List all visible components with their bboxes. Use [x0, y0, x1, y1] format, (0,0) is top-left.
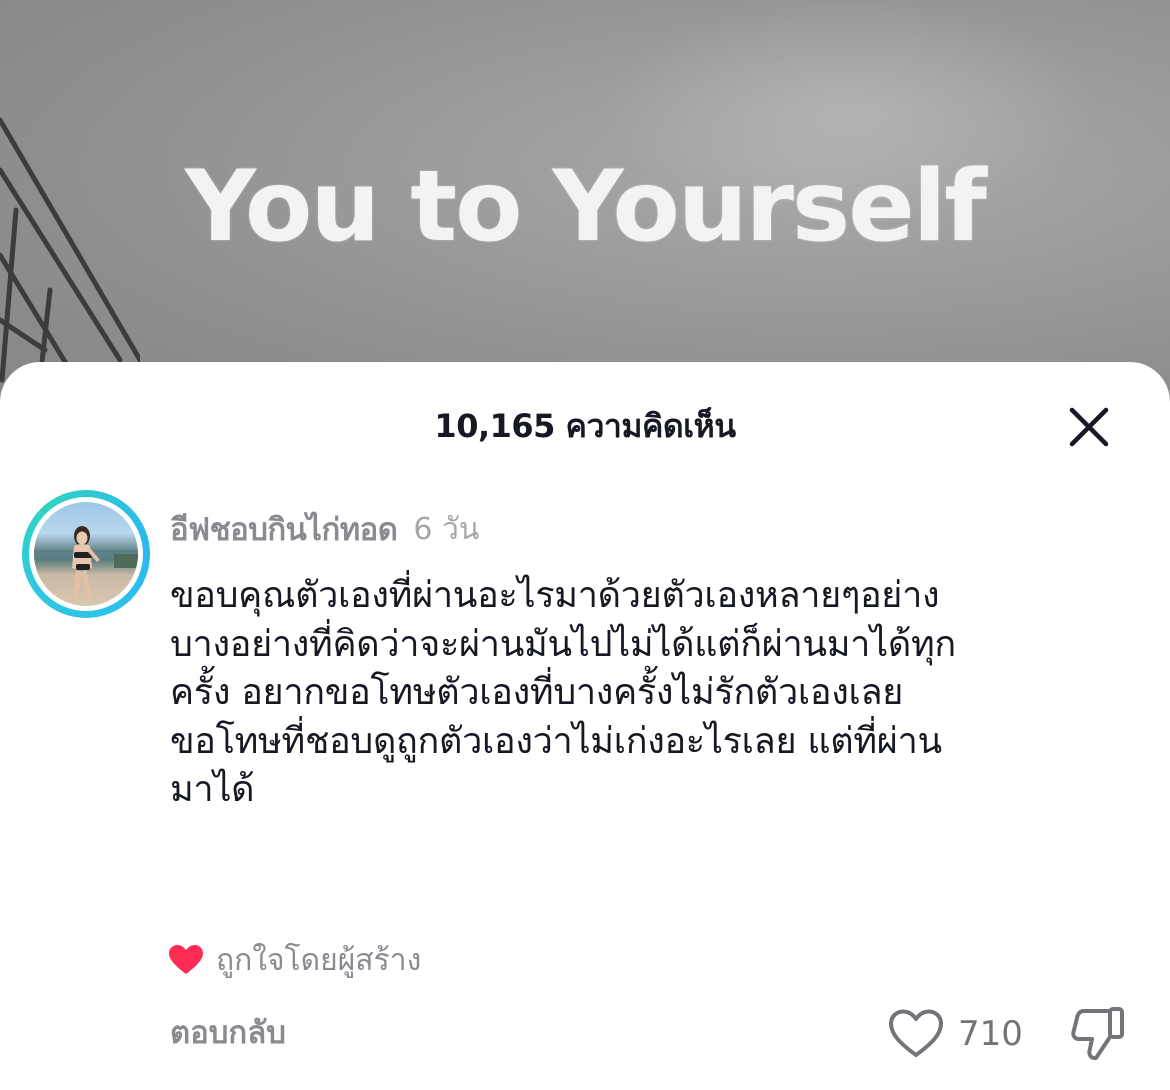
comment-body: ขอบคุณตัวเองที่ผ่านอะไรมาด้วยตัวเองหลายๆ… — [170, 572, 1130, 815]
comment-line: ขอบคุณตัวเองที่ผ่านอะไรมาด้วยตัวเองหลายๆ… — [170, 575, 940, 616]
comment-header: อีฟชอบกินไก่ทอด 6 วัน — [170, 506, 479, 552]
heart-outline-icon — [889, 1009, 943, 1057]
comment-timestamp: 6 วัน — [413, 511, 480, 547]
liked-by-creator-badge: ถูกใจโดยผู้สร้าง — [168, 938, 421, 982]
close-button[interactable] — [1066, 404, 1112, 450]
avatar-photo — [34, 502, 138, 606]
comment-line: ครั้ง อยากขอโทษตัวเองที่บางครั้งไม่รักตั… — [170, 672, 904, 713]
thumbs-down-icon — [1071, 1007, 1124, 1060]
like-button[interactable]: 710 — [888, 1006, 1023, 1062]
comment-username[interactable]: อีฟชอบกินไก่ทอด — [170, 504, 398, 554]
comment-line: บางอย่างที่คิดว่าจะผ่านมันไปไม่ได้แต่ก็ผ… — [170, 623, 956, 665]
avatar-figure — [34, 526, 138, 598]
avatar[interactable] — [22, 490, 150, 618]
liked-by-creator-label: ถูกใจโดยผู้สร้าง — [216, 942, 422, 978]
close-icon — [1069, 407, 1109, 447]
video-overlay-text: You to Yourself — [185, 150, 987, 264]
sheet-header: 10,165 ความคิดเห็น — [0, 402, 1170, 450]
dislike-button[interactable] — [1070, 1004, 1126, 1062]
comment-line: มาได้ — [170, 769, 255, 810]
reply-button[interactable]: ตอบกลับ — [170, 1010, 286, 1056]
like-count: 710 — [958, 1014, 1023, 1054]
comment-count-title: 10,165 ความคิดเห็น — [434, 407, 736, 445]
video-background[interactable]: You to Yourself — [0, 0, 1170, 420]
comment-line: ขอโทษที่ชอบดูถูกตัวเองว่าไม่เก่งอะไรเลย … — [170, 720, 942, 762]
heart-icon — [169, 945, 203, 974]
